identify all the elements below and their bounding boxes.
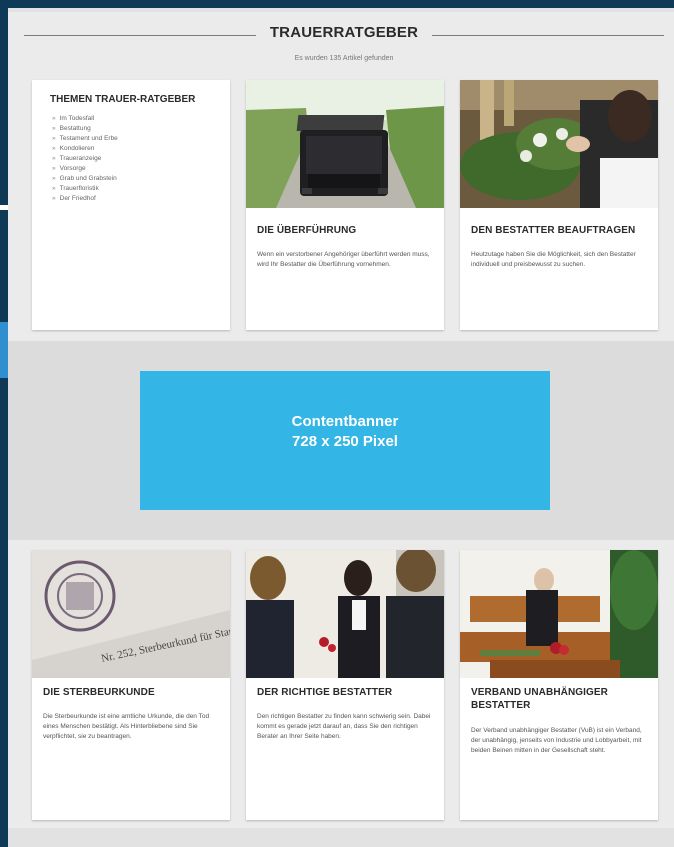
title-row: TRAUERRATGEBER xyxy=(24,24,664,48)
consultation-image xyxy=(246,550,444,678)
topics-card: THEMEN TRAUER-RATGEBER Im Todesfall Best… xyxy=(32,80,230,330)
topic-link[interactable]: Testament und Erbe xyxy=(52,134,118,144)
article-card-bestatter-beauftragen[interactable]: DEN BESTATTER BEAUFTRAGEN Heutzutage hab… xyxy=(460,80,658,330)
card-title[interactable]: DIE STERBEURKUNDE xyxy=(43,686,220,699)
article-card-ueberfuehrung[interactable]: DIE ÜBERFÜHRUNG Wenn ein verstorbener An… xyxy=(246,80,444,330)
article-card-richtige-bestatter[interactable]: DER RICHTIGE BESTATTER Den richtigen Bes… xyxy=(246,550,444,820)
banner-text: Contentbanner 728 x 250 Pixel xyxy=(140,412,550,452)
banner-line-2: 728 x 250 Pixel xyxy=(292,433,398,450)
card-title[interactable]: DIE ÜBERFÜHRUNG xyxy=(257,224,434,237)
card-title[interactable]: DER RICHTIGE BESTATTER xyxy=(257,686,434,699)
topic-link[interactable]: Bestattung xyxy=(52,124,118,134)
article-card-verband[interactable]: VERBAND UNABHÄNGIGER BESTATTER Der Verba… xyxy=(460,550,658,820)
card-text: Den richtigen Bestatter zu finden kann s… xyxy=(257,713,431,740)
content-banner[interactable]: Contentbanner 728 x 250 Pixel xyxy=(140,371,550,510)
topic-link[interactable]: Vorsorge xyxy=(52,164,118,174)
section-header: TRAUERRATGEBER Es wurden 135 Artikel gef… xyxy=(24,24,664,70)
coffin-image xyxy=(460,550,658,678)
article-count: Es wurden 135 Artikel gefunden xyxy=(294,55,394,62)
florist-image xyxy=(460,80,658,208)
topic-link[interactable]: Kondolieren xyxy=(52,144,118,154)
card-text: Heutzutage haben Sie die Möglichkeit, si… xyxy=(471,251,636,268)
article-card-sterbeurkunde[interactable]: Nr. 252, Sterbeurkund für Standes DIE ST… xyxy=(32,550,230,820)
topic-link[interactable]: Trauerfloristik xyxy=(52,184,118,194)
topic-link[interactable]: Der Friedhof xyxy=(52,194,118,204)
card-text: Der Verband unabhängiger Bestatter (VuB)… xyxy=(471,727,642,754)
card-text: Wenn ein verstorbener Angehöriger überfü… xyxy=(257,251,430,268)
card-title[interactable]: VERBAND UNABHÄNGIGER BESTATTER xyxy=(471,686,648,712)
title-rule-left xyxy=(24,35,256,36)
topic-link[interactable]: Traueranzeige xyxy=(52,154,118,164)
footer-strip xyxy=(8,828,674,847)
topic-link[interactable]: Im Todesfall xyxy=(52,114,118,124)
title-rule-right xyxy=(432,35,664,36)
banner-line-1: Contentbanner xyxy=(291,413,399,430)
card-title[interactable]: DEN BESTATTER BEAUFTRAGEN xyxy=(471,224,648,237)
topic-link[interactable]: Grab und Grabstein xyxy=(52,174,118,184)
topics-list: Im Todesfall Bestattung Testament und Er… xyxy=(52,114,118,204)
page-title: TRAUERRATGEBER xyxy=(269,24,419,41)
certificate-image: Nr. 252, Sterbeurkund für Standes xyxy=(32,550,230,678)
card-text: Die Sterbeurkunde ist eine amtliche Urku… xyxy=(43,713,210,740)
topics-title: THEMEN TRAUER-RATGEBER xyxy=(50,94,196,105)
hearse-image xyxy=(246,80,444,208)
